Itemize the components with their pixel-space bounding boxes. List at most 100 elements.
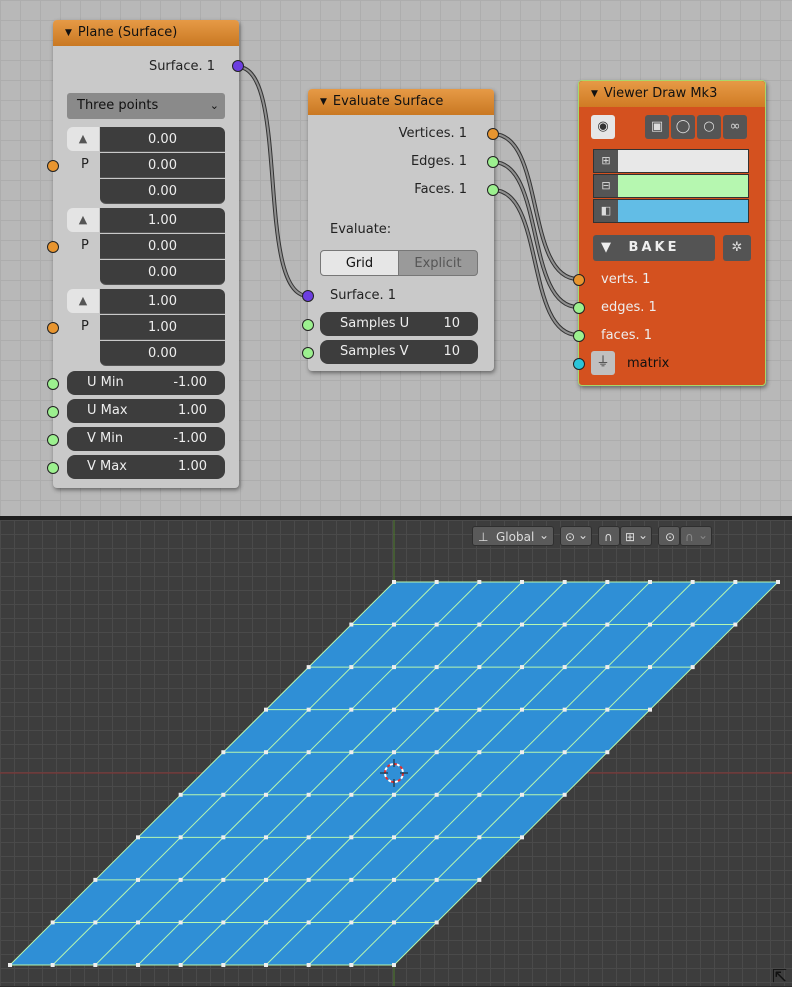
faces-color-row[interactable]: ◧ bbox=[593, 199, 749, 223]
surface-input-socket[interactable] bbox=[302, 290, 314, 302]
u-min-socket[interactable] bbox=[47, 378, 59, 390]
point-2-vector[interactable]: ▲ P 1.00 0.00 0.00 bbox=[67, 208, 225, 286]
edges-input-socket[interactable] bbox=[573, 302, 585, 314]
point-2-z[interactable]: 0.00 bbox=[100, 260, 225, 285]
v-max-label: V Max bbox=[87, 459, 127, 474]
3d-viewport[interactable]: ⊥ Global ⌄ ⊙ ⌄ ∩ ⊞ ⌄ ⊙ ∩ ⌄ bbox=[0, 520, 792, 986]
mesh-vertex bbox=[648, 707, 652, 712]
plane-node-header[interactable]: ▼ Plane (Surface) bbox=[53, 20, 239, 46]
u-min-field[interactable]: U Min -1.00 bbox=[67, 371, 225, 395]
mesh-vertex bbox=[221, 877, 226, 882]
faces-display-icon[interactable]: ◧ bbox=[594, 200, 618, 222]
v-min-field[interactable]: V Min -1.00 bbox=[67, 427, 225, 451]
edges-display-icon[interactable]: ⊟ bbox=[594, 175, 618, 197]
evaluate-label: Evaluate: bbox=[330, 222, 392, 237]
snap-target-dropdown[interactable]: ⊞ ⌄ bbox=[620, 526, 652, 546]
point-2-input-socket[interactable] bbox=[47, 241, 59, 253]
matrix-input-socket[interactable] bbox=[573, 358, 585, 370]
viewer-node-title: Viewer Draw Mk3 bbox=[603, 86, 718, 101]
solid-shading-icon[interactable]: ▣ bbox=[645, 115, 669, 139]
mesh-vertex bbox=[221, 835, 226, 840]
proportional-edit-toggle[interactable]: ⊙ bbox=[658, 526, 680, 546]
vertices-output-socket[interactable] bbox=[487, 128, 499, 140]
point-1-x[interactable]: 0.00 bbox=[100, 127, 225, 152]
mesh-vertex bbox=[690, 622, 695, 627]
viewer-draw-node[interactable]: ▼ Viewer Draw Mk3 ◉ ▣ ◯ ○ ∞ ⊞ ⊟ ◧ ▼ BAKE … bbox=[573, 80, 766, 386]
point-3-x[interactable]: 1.00 bbox=[100, 289, 225, 314]
mesh-vertex bbox=[477, 707, 482, 712]
verts-input-label: verts. 1 bbox=[601, 272, 651, 287]
collapse-triangle-icon[interactable]: ▼ bbox=[320, 97, 327, 107]
bake-button[interactable]: ▼ BAKE bbox=[593, 235, 715, 261]
verts-display-icon[interactable]: ⊞ bbox=[594, 150, 618, 172]
plug-icon[interactable]: ⏚ bbox=[591, 351, 615, 375]
link-icon[interactable]: ∞ bbox=[723, 115, 747, 139]
point-1-input-socket[interactable] bbox=[47, 160, 59, 172]
settings-icon[interactable]: ✲ bbox=[723, 235, 751, 261]
u-max-socket[interactable] bbox=[47, 406, 59, 418]
mesh-vertex bbox=[136, 920, 140, 925]
faces-color-swatch[interactable] bbox=[618, 200, 748, 222]
mesh-vertex bbox=[178, 792, 183, 797]
edges-color-swatch[interactable] bbox=[618, 175, 748, 197]
verts-color-row[interactable]: ⊞ bbox=[593, 149, 749, 173]
point-2-y[interactable]: 0.00 bbox=[100, 234, 225, 259]
viewer-node-header[interactable]: ▼ Viewer Draw Mk3 bbox=[579, 81, 765, 107]
faces-output-socket[interactable] bbox=[487, 184, 499, 196]
samples-u-field[interactable]: Samples U 10 bbox=[320, 312, 478, 336]
expand-vector-icon[interactable]: ▲ bbox=[67, 127, 99, 151]
eye-icon[interactable]: ◉ bbox=[591, 115, 615, 139]
mesh-vertex bbox=[264, 707, 268, 712]
v-max-socket[interactable] bbox=[47, 462, 59, 474]
node-editor[interactable]: ▼ Plane (Surface) Surface. 1 Three points… bbox=[0, 0, 792, 516]
mesh-vertex bbox=[605, 707, 610, 712]
pivot-point-dropdown[interactable]: ⊙ ⌄ bbox=[560, 526, 592, 546]
mesh-vertex bbox=[434, 622, 439, 627]
v-max-value: 1.00 bbox=[178, 459, 207, 474]
evaluate-surface-node[interactable]: ▼ Evaluate Surface Vertices. 1 Edges. 1 F… bbox=[302, 89, 499, 371]
snap-toggle[interactable]: ∩ bbox=[598, 526, 620, 546]
mesh-vertex bbox=[178, 920, 183, 925]
mesh-vertex bbox=[93, 920, 98, 925]
sphere-icon[interactable]: ○ bbox=[697, 115, 721, 139]
evaluate-node-header[interactable]: ▼ Evaluate Surface bbox=[308, 89, 494, 115]
grid-mode-button[interactable]: Grid bbox=[320, 250, 399, 276]
samples-v-field[interactable]: Samples V 10 bbox=[320, 340, 478, 364]
v-min-socket[interactable] bbox=[47, 434, 59, 446]
point-1-y[interactable]: 0.00 bbox=[100, 153, 225, 178]
samples-u-value: 10 bbox=[443, 316, 460, 331]
plane-mode-dropdown[interactable]: Three points ⌄ bbox=[67, 93, 225, 119]
mesh-vertex bbox=[477, 835, 482, 840]
plane-surface-node[interactable]: ▼ Plane (Surface) Surface. 1 Three points… bbox=[47, 20, 244, 488]
edges-output-socket[interactable] bbox=[487, 156, 499, 168]
point-3-y[interactable]: 1.00 bbox=[100, 315, 225, 340]
falloff-dropdown[interactable]: ∩ ⌄ bbox=[680, 526, 712, 546]
point-3-input-socket[interactable] bbox=[47, 322, 59, 334]
mesh-vertex bbox=[50, 963, 55, 967]
point-1-vector[interactable]: ▲ P 0.00 0.00 0.00 bbox=[67, 127, 225, 205]
edges-color-row[interactable]: ⊟ bbox=[593, 174, 749, 198]
collapse-triangle-icon[interactable]: ▼ bbox=[65, 28, 72, 38]
samples-v-socket[interactable] bbox=[302, 347, 314, 359]
samples-v-label: Samples V bbox=[340, 344, 409, 359]
faces-input-socket[interactable] bbox=[573, 330, 585, 342]
v-max-field[interactable]: V Max 1.00 bbox=[67, 455, 225, 479]
point-1-z[interactable]: 0.00 bbox=[100, 179, 225, 204]
mesh-vertex bbox=[306, 835, 311, 840]
mesh-vertex bbox=[520, 622, 524, 627]
verts-color-swatch[interactable] bbox=[618, 150, 748, 172]
samples-u-socket[interactable] bbox=[302, 319, 314, 331]
u-max-field[interactable]: U Max 1.00 bbox=[67, 399, 225, 423]
u-min-value: -1.00 bbox=[173, 375, 207, 390]
expand-vector-icon[interactable]: ▲ bbox=[67, 208, 99, 232]
explicit-mode-button[interactable]: Explicit bbox=[398, 250, 478, 276]
verts-input-socket[interactable] bbox=[573, 274, 585, 286]
transform-orientation-dropdown[interactable]: ⊥ Global ⌄ bbox=[472, 526, 554, 546]
surface-output-socket[interactable] bbox=[232, 60, 244, 72]
wireframe-icon[interactable]: ◯ bbox=[671, 115, 695, 139]
point-3-vector[interactable]: ▲ P 1.00 1.00 0.00 bbox=[67, 289, 225, 367]
expand-vector-icon[interactable]: ▲ bbox=[67, 289, 99, 313]
point-3-z[interactable]: 0.00 bbox=[100, 341, 225, 366]
collapse-triangle-icon[interactable]: ▼ bbox=[591, 89, 598, 99]
point-2-x[interactable]: 1.00 bbox=[100, 208, 225, 233]
